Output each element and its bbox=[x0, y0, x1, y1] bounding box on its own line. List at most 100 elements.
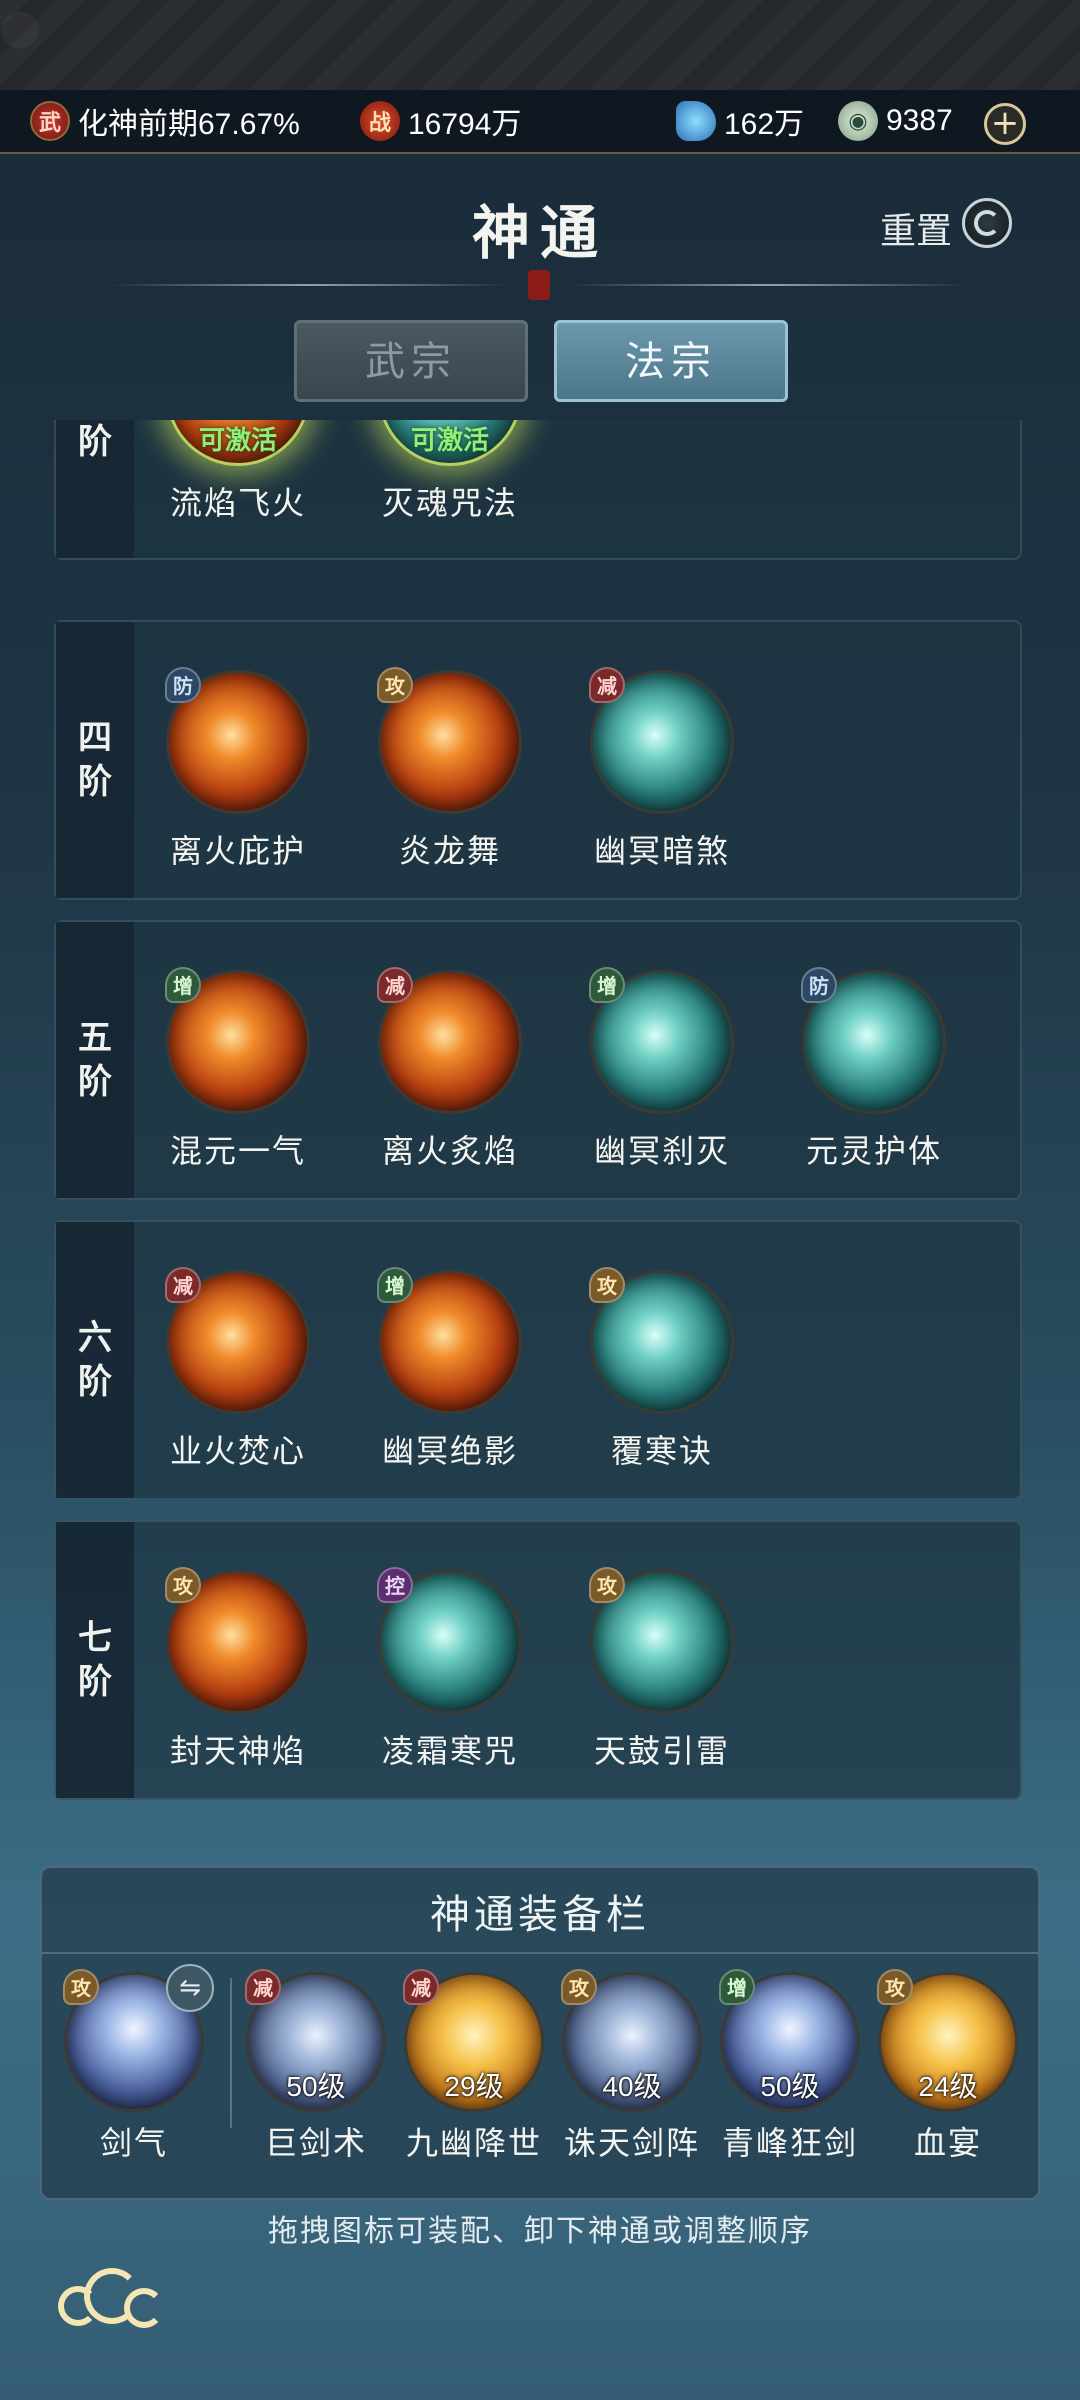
reset-label[interactable]: 重置 bbox=[880, 202, 952, 254]
skill-slot[interactable]: 增 混元一气 bbox=[148, 967, 328, 1172]
skill-slot[interactable]: 减 业火焚心 bbox=[148, 1267, 328, 1472]
attack-badge-icon: 攻 bbox=[63, 1969, 99, 2005]
tier-6: 六阶 减 业火焚心 增 幽冥绝影 攻 覆寒诀 bbox=[54, 1220, 1022, 1500]
tab-fazong[interactable]: 法宗 bbox=[554, 320, 788, 402]
reduce-badge-icon: 减 bbox=[589, 667, 625, 703]
skill-name: 血宴 bbox=[913, 2124, 982, 2162]
battle-power-value: 16794万 bbox=[408, 108, 522, 141]
attack-badge-icon: 攻 bbox=[377, 667, 413, 703]
skill-slot[interactable]: 攻 炎龙舞 bbox=[360, 667, 540, 872]
control-badge-icon: 控 bbox=[377, 1567, 413, 1603]
title-divider-left bbox=[110, 284, 510, 286]
realm-text: 化神前期67.67% bbox=[78, 108, 300, 141]
equipped-slot-1[interactable]: 攻 ⇋ 剑气 bbox=[54, 1964, 214, 2164]
skill-level: 40级 bbox=[602, 2071, 662, 2102]
skill-name: 元灵护体 bbox=[805, 1132, 942, 1170]
skill-name: 流焰飞火 bbox=[169, 484, 306, 522]
skill-slot[interactable]: 可激活 灭魂咒法 bbox=[360, 420, 540, 524]
skill-slot[interactable]: 减 幽冥暗煞 bbox=[572, 667, 752, 872]
cloud-menu-icon[interactable] bbox=[54, 2264, 174, 2334]
realm-progress[interactable]: 武 化神前期67.67% bbox=[30, 89, 300, 153]
equipment-divider bbox=[42, 1952, 1038, 1954]
skill-level: 24级 bbox=[918, 2071, 978, 2102]
skill-tier-list[interactable]: 三阶 可激活 流焰飞火 可激活 灭魂咒法 四阶 防 离火庇护 攻 bbox=[0, 420, 1080, 1820]
skill-name: 幽冥暗煞 bbox=[593, 832, 730, 870]
defense-badge-icon: 防 bbox=[165, 667, 201, 703]
primal-qi-skill-icon: 增 bbox=[165, 967, 310, 1114]
skill-name: 剑气 bbox=[99, 2124, 168, 2162]
spirit-guard-skill-icon: 防 bbox=[801, 967, 946, 1114]
skill-level: 50级 bbox=[760, 2071, 820, 2102]
skill-slot[interactable]: 减 离火炙焰 bbox=[360, 967, 540, 1172]
frost-curse-skill-icon: 控 bbox=[377, 1567, 522, 1714]
equipped-slot-4[interactable]: 攻 40级 诛天剑阵 bbox=[552, 1969, 712, 2164]
reset-button[interactable] bbox=[962, 198, 1012, 248]
skill-level: 50级 bbox=[286, 2071, 346, 2102]
tier-label: 三阶 bbox=[56, 420, 134, 558]
skill-slot[interactable]: 控 凌霜寒咒 bbox=[360, 1567, 540, 1772]
nether-shadow-strike-skill-icon: 增 bbox=[377, 1267, 522, 1414]
skill-name: 混元一气 bbox=[169, 1132, 306, 1170]
swap-icon[interactable]: ⇋ bbox=[166, 1964, 214, 2012]
equipment-title: 神通装备栏 bbox=[430, 1892, 650, 1938]
reduce-badge-icon: 减 bbox=[245, 1969, 281, 2005]
equipped-slot-6[interactable]: 攻 24级 血宴 bbox=[868, 1969, 1028, 2164]
tier-4: 四阶 防 离火庇护 攻 炎龙舞 减 幽冥暗煞 bbox=[54, 620, 1022, 900]
slot-divider bbox=[230, 1978, 232, 2128]
attack-badge-icon: 攻 bbox=[589, 1267, 625, 1303]
skill-slot[interactable]: 可激活 流焰飞火 bbox=[148, 420, 328, 524]
fire-dragon-skill-icon: 攻 bbox=[377, 667, 522, 814]
attack-badge-icon: 攻 bbox=[561, 1969, 597, 2005]
frost-dragon-skill-icon: 攻 bbox=[589, 1267, 734, 1414]
skill-slot[interactable]: 防 元灵护体 bbox=[784, 967, 964, 1172]
seal-icon bbox=[528, 270, 550, 300]
soul-curse-skill-icon: 可激活 bbox=[378, 420, 522, 466]
resource-bar: 武 化神前期67.67% 战 16794万 162万 ◉ 9387 bbox=[0, 90, 1080, 154]
nether-shadow-skill-icon: 减 bbox=[589, 667, 734, 814]
skill-name: 业火焚心 bbox=[169, 1432, 306, 1470]
attack-badge-icon: 攻 bbox=[165, 1567, 201, 1603]
skill-name: 离火庇护 bbox=[169, 832, 306, 870]
fire-shield-skill-icon: 防 bbox=[165, 667, 310, 814]
buff-badge-icon: 增 bbox=[719, 1969, 755, 2005]
skill-name: 覆寒诀 bbox=[610, 1432, 713, 1470]
battle-power[interactable]: 战 16794万 bbox=[360, 89, 521, 153]
skill-name: 离火炙焰 bbox=[381, 1132, 518, 1170]
equipped-slot-3[interactable]: 减 29级 九幽降世 bbox=[394, 1969, 554, 2164]
skill-name: 幽冥绝影 bbox=[381, 1432, 518, 1470]
tier-5: 五阶 增 混元一气 减 离火炙焰 增 幽冥刹灭 防 元灵护体 bbox=[54, 920, 1022, 1200]
skill-equipment-bar: 神通装备栏 攻 ⇋ 剑气 减 50级 巨剑术 减 29级 九幽降世 攻 40级 … bbox=[40, 1866, 1040, 2200]
tier-7: 七阶 攻 封天神焰 控 凌霜寒咒 攻 天鼓引雷 bbox=[54, 1520, 1022, 1800]
refresh-icon bbox=[974, 210, 1000, 236]
skill-name: 幽冥刹灭 bbox=[593, 1132, 730, 1170]
add-currency-button[interactable]: + bbox=[984, 103, 1026, 145]
martial-seal-icon: 武 bbox=[30, 101, 70, 141]
nether-annihilation-skill-icon: 增 bbox=[589, 967, 734, 1114]
battle-power-icon: 战 bbox=[360, 101, 400, 141]
skill-slot[interactable]: 增 幽冥刹灭 bbox=[572, 967, 752, 1172]
green-peak-sword-skill-icon: 增 50级 bbox=[719, 1969, 860, 2112]
skill-slot[interactable]: 攻 覆寒诀 bbox=[572, 1267, 752, 1472]
skill-name: 灭魂咒法 bbox=[381, 484, 518, 522]
jade-coin[interactable]: ◉ 9387 bbox=[838, 89, 953, 153]
skill-name: 封天神焰 bbox=[169, 1732, 306, 1770]
tier-label: 七阶 bbox=[56, 1522, 134, 1798]
tier-label: 四阶 bbox=[56, 622, 134, 898]
equipped-slot-2[interactable]: 减 50级 巨剑术 bbox=[236, 1969, 396, 2164]
spirit-crystal-value: 162万 bbox=[724, 108, 805, 141]
tab-wuzong[interactable]: 武宗 bbox=[294, 320, 528, 402]
flame-skill-icon: 可激活 bbox=[166, 420, 310, 466]
attack-badge-icon: 攻 bbox=[877, 1969, 913, 2005]
spirit-crystal[interactable]: 162万 bbox=[676, 89, 804, 153]
skill-name: 青峰狂剑 bbox=[721, 2124, 858, 2162]
skill-slot[interactable]: 攻 封天神焰 bbox=[148, 1567, 328, 1772]
karma-fire-skill-icon: 减 bbox=[165, 1267, 310, 1414]
skill-slot[interactable]: 增 幽冥绝影 bbox=[360, 1267, 540, 1472]
jade-coin-icon: ◉ bbox=[838, 101, 878, 141]
skill-slot[interactable]: 防 离火庇护 bbox=[148, 667, 328, 872]
skill-slot[interactable]: 攻 天鼓引雷 bbox=[572, 1567, 752, 1772]
thunder-drum-skill-icon: 攻 bbox=[589, 1567, 734, 1714]
equipped-slot-5[interactable]: 增 50级 青峰狂剑 bbox=[710, 1969, 870, 2164]
tier-label: 六阶 bbox=[56, 1222, 134, 1498]
reduce-badge-icon: 减 bbox=[377, 967, 413, 1003]
